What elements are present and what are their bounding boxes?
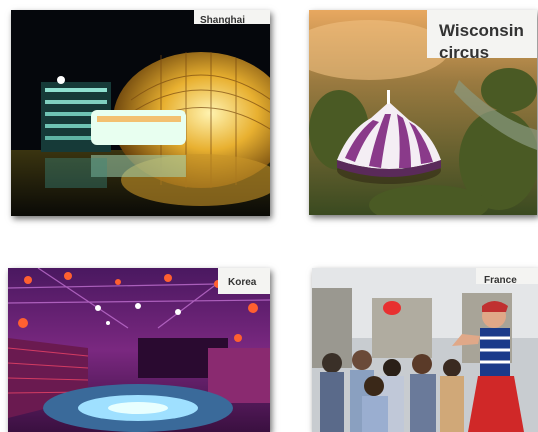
location-label: Shanghai [194, 10, 270, 24]
photo-tile-korea: Korea [8, 268, 270, 432]
photo-tile-france: France [312, 268, 538, 432]
photo-tile-wisconsin: Wisconsin circus [309, 10, 537, 215]
location-label: Korea [218, 268, 270, 294]
photo-tile-shanghai: Shanghai [11, 10, 270, 216]
location-label: France [476, 268, 538, 284]
shanghai-dome-photo [11, 10, 270, 216]
location-label: Wisconsin circus [427, 10, 537, 58]
street-performer-photo [312, 268, 538, 432]
